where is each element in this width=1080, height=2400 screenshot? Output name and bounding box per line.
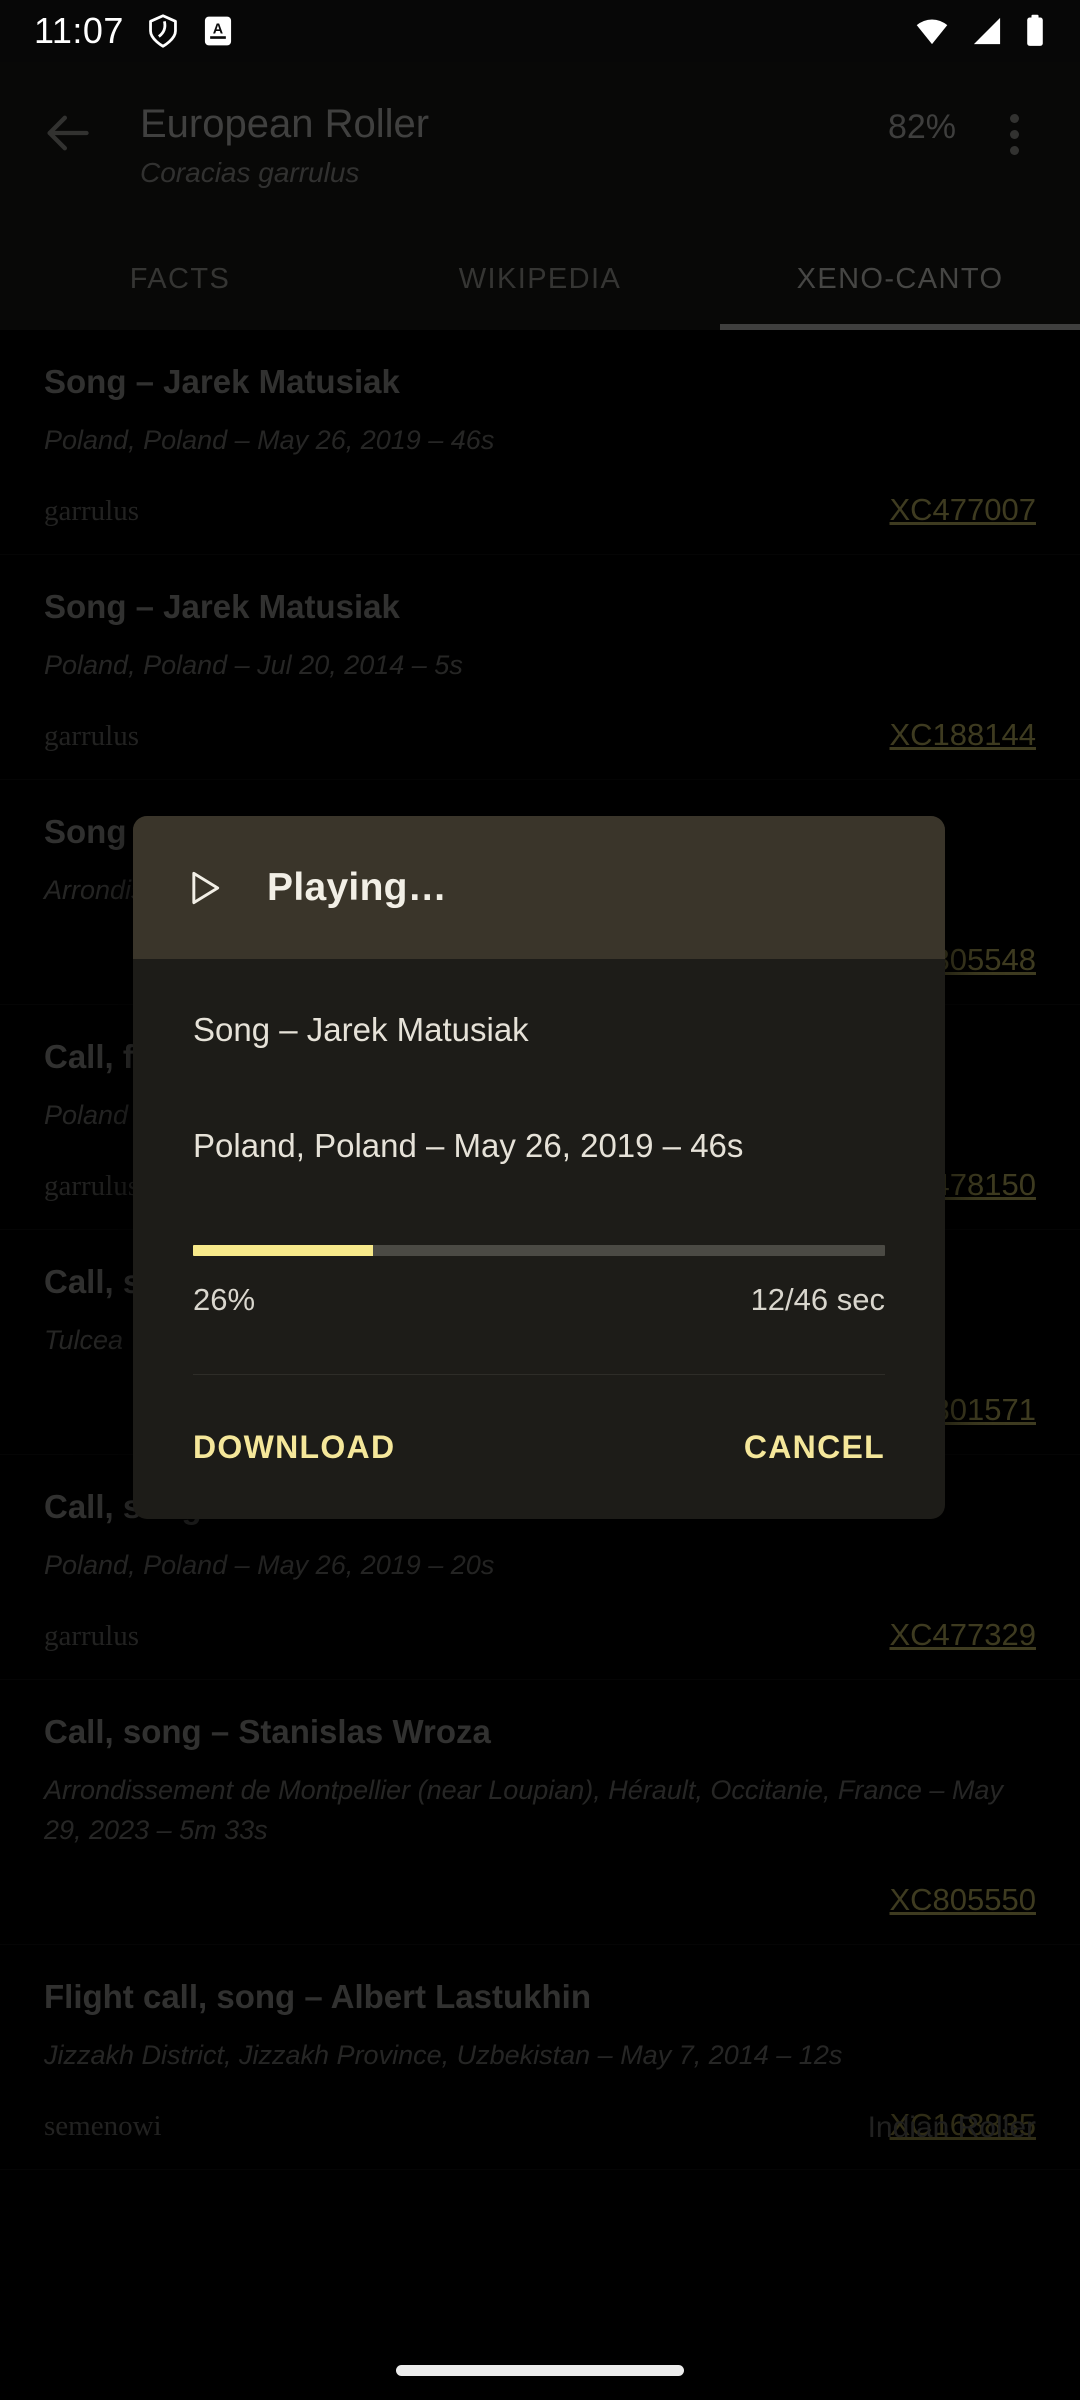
progress-time-label: 12/46 sec — [750, 1282, 885, 1317]
status-bar: 11:07 A — [0, 0, 1080, 62]
wifi-icon — [914, 15, 950, 47]
cellular-signal-icon — [970, 15, 1004, 47]
app-notification-icon: A — [202, 14, 234, 48]
status-clock: 11:07 — [34, 10, 124, 51]
playback-progress-fill — [193, 1245, 373, 1256]
cancel-button[interactable]: CANCEL — [744, 1429, 885, 1466]
battery-icon — [1024, 14, 1046, 48]
progress-label-row: 26% 12/46 sec — [193, 1282, 885, 1318]
playback-dialog: Playing… Song – Jarek Matusiak Poland, P… — [133, 816, 945, 1519]
svg-text:A: A — [213, 22, 223, 38]
download-button[interactable]: DOWNLOAD — [193, 1429, 395, 1466]
dialog-action-row: DOWNLOAD CANCEL — [133, 1375, 945, 1519]
dialog-body: Song – Jarek Matusiak Poland, Poland – M… — [133, 959, 945, 1375]
play-triangle-icon[interactable] — [181, 866, 225, 910]
playback-progress-bar[interactable] — [193, 1245, 885, 1256]
shield-icon — [146, 13, 180, 49]
status-bar-left: 11:07 A — [34, 10, 234, 52]
dialog-header: Playing… — [133, 816, 945, 959]
system-nav-bar — [0, 2340, 1080, 2400]
dialog-title: Playing… — [267, 865, 448, 909]
progress-percent-label: 26% — [193, 1282, 256, 1317]
home-gesture-handle[interactable] — [396, 2364, 684, 2376]
dialog-track-name: Song – Jarek Matusiak — [193, 1011, 529, 1048]
dialog-track-meta: Poland, Poland – May 26, 2019 – 46s — [193, 1127, 744, 1164]
phone-screen: Song – Jarek Matusiak Poland, Poland – M… — [0, 0, 1080, 2400]
status-bar-right — [914, 14, 1046, 48]
